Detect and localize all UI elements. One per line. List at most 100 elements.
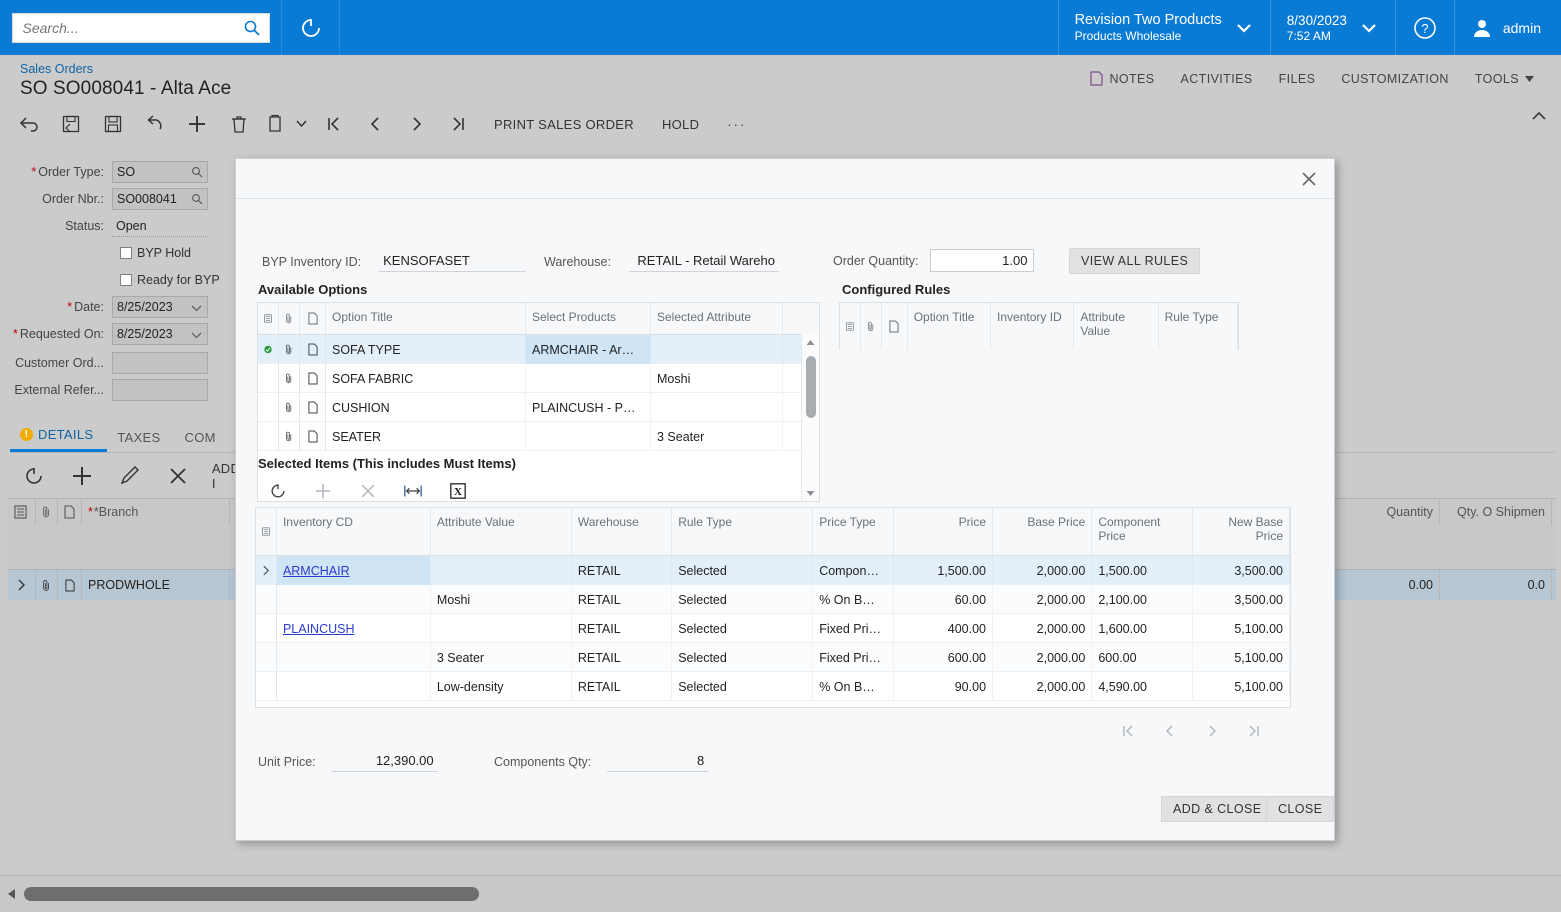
more-actions-button[interactable]: ··· (713, 104, 760, 144)
column-option-title[interactable]: Option Title (908, 303, 992, 350)
order-nbr-input[interactable]: SO008041 (112, 188, 208, 210)
column-branch[interactable]: * *Branch (82, 499, 230, 525)
cell-inventory-cd[interactable]: PLAINCUSH (277, 614, 431, 643)
column-price[interactable]: Price (894, 508, 994, 555)
copy-paste-button[interactable] (260, 104, 290, 144)
add-button[interactable] (176, 104, 218, 144)
add-row-button[interactable] (300, 476, 345, 506)
previous-record-button[interactable] (354, 104, 396, 144)
inventory-cd-link[interactable]: ARMCHAIR (283, 564, 350, 578)
column-base-price[interactable]: Base Price (993, 508, 1093, 555)
tab-details[interactable]: ! DETAILS (10, 423, 108, 452)
cell-option-title[interactable]: SOFA FABRIC (326, 364, 526, 393)
files-link[interactable]: FILES (1266, 66, 1329, 92)
horizontal-scrollbar[interactable] (0, 875, 1561, 912)
cell-rule-type[interactable]: Selected (672, 585, 814, 614)
table-row[interactable]: Low-density RETAIL Selected % On B… 90.0… (256, 672, 1291, 701)
hold-button[interactable]: HOLD (648, 104, 713, 144)
cell-warehouse[interactable]: RETAIL (572, 672, 673, 701)
table-row[interactable]: Moshi RETAIL Selected % On B… 60.00 2,00… (256, 585, 1291, 614)
cell-warehouse[interactable]: RETAIL (572, 643, 673, 672)
available-options-scrollbar[interactable] (801, 334, 819, 501)
cell-price-type[interactable]: Fixed Pri… (813, 614, 894, 643)
cell-select-products[interactable]: ARMCHAIR - Ar… (526, 335, 651, 364)
list-item[interactable]: SEATER 3 Seater (258, 422, 819, 451)
column-qty-shipment[interactable]: Qty. O Shipmen (1440, 499, 1552, 526)
cell-selected-attribute[interactable] (651, 335, 783, 364)
cell-component-price[interactable]: 2,100.00 (1092, 585, 1193, 614)
cell-price[interactable]: 1,500.00 (894, 556, 994, 585)
last-record-button[interactable] (438, 104, 480, 144)
grid-settings-icon[interactable] (840, 303, 861, 350)
customization-link[interactable]: CUSTOMIZATION (1328, 66, 1462, 92)
column-option-title[interactable]: Option Title (326, 303, 526, 334)
chevron-down-icon[interactable] (191, 328, 203, 340)
refresh-button[interactable] (255, 476, 300, 506)
cell-selected-attribute[interactable]: Moshi (651, 364, 783, 393)
unit-price-value[interactable]: 12,390.00 (331, 751, 438, 772)
refresh-grid-button[interactable] (10, 456, 58, 496)
breadcrumb[interactable]: Sales Orders (20, 62, 93, 76)
grid-settings-icon[interactable] (256, 508, 277, 555)
ready-for-byp-checkbox[interactable] (120, 274, 132, 286)
column-inventory-id[interactable]: Inventory ID (991, 303, 1075, 350)
row-expander[interactable] (8, 570, 36, 600)
business-date-selector[interactable]: 8/30/2023 7:52 AM (1269, 0, 1395, 55)
column-component-price[interactable]: Component Price (1092, 508, 1193, 555)
table-row[interactable]: 3 Seater RETAIL Selected Fixed Pri… 600.… (256, 643, 1291, 672)
components-qty-value[interactable]: 8 (607, 751, 709, 772)
edit-row-button[interactable] (106, 456, 154, 496)
delete-button[interactable] (218, 104, 260, 144)
refresh-button[interactable] (282, 0, 340, 55)
cell-branch[interactable]: PRODWHOLE (82, 570, 230, 600)
order-type-input[interactable]: SO (112, 161, 208, 183)
cell-price[interactable]: 400.00 (894, 614, 994, 643)
cell-select-products[interactable] (526, 422, 651, 451)
table-row[interactable]: ARMCHAIR RETAIL Selected Compon… 1,500.0… (256, 556, 1291, 585)
cell-base-price[interactable]: 2,000.00 (993, 585, 1093, 614)
scroll-up-arrow[interactable] (806, 334, 815, 350)
activities-link[interactable]: ACTIVITIES (1168, 66, 1266, 92)
search-box[interactable] (11, 12, 270, 43)
cell-attribute-value[interactable]: 3 Seater (431, 643, 572, 672)
byp-inventory-id-value[interactable]: KENSOFASET (379, 251, 527, 272)
cell-price-type[interactable]: % On B… (813, 672, 894, 701)
column-attribute-value[interactable]: Attribute Value (431, 508, 572, 555)
chevron-down-icon[interactable] (1222, 23, 1262, 33)
cell-inventory-cd[interactable]: ARMCHAIR (276, 556, 431, 585)
cell-rule-type[interactable]: Selected (672, 556, 814, 585)
search-icon[interactable] (243, 19, 261, 37)
previous-page-button[interactable] (1163, 724, 1177, 741)
first-page-button[interactable] (1121, 724, 1135, 741)
cell-base-price[interactable]: 2,000.00 (993, 556, 1093, 585)
cell-price[interactable]: 90.00 (894, 672, 994, 701)
cell-select-products[interactable]: PLAINCUSH - P… (526, 393, 651, 422)
row-note-icon[interactable] (300, 335, 326, 364)
cell-component-price[interactable]: 1,500.00 (1092, 556, 1193, 585)
row-attachment-icon[interactable] (279, 364, 300, 393)
cell-rule-type[interactable]: Selected (672, 643, 814, 672)
cell-inventory-cd[interactable] (277, 672, 431, 701)
next-record-button[interactable] (396, 104, 438, 144)
table-row[interactable]: PLAINCUSH RETAIL Selected Fixed Pri… 400… (256, 614, 1291, 643)
cell-attribute-value[interactable]: Low-density (431, 672, 572, 701)
cell-rule-type[interactable]: Selected (672, 614, 814, 643)
last-page-button[interactable] (1247, 724, 1261, 741)
cell-new-base-price[interactable]: 5,100.00 (1193, 614, 1291, 643)
add-row-button[interactable] (58, 456, 106, 496)
row-attachment-icon[interactable] (279, 393, 300, 422)
cell-option-title[interactable]: SOFA TYPE (326, 335, 526, 364)
row-attachment-icon[interactable] (279, 335, 300, 364)
help-button[interactable]: ? (1394, 0, 1454, 55)
tab-taxes[interactable]: TAXES (107, 426, 174, 452)
byp-hold-checkbox[interactable] (120, 247, 132, 259)
scrollbar-track[interactable] (24, 887, 1543, 901)
fit-columns-button[interactable] (390, 476, 435, 506)
chevron-down-icon[interactable] (191, 301, 203, 313)
customer-order-input[interactable] (112, 352, 208, 374)
cell-warehouse[interactable]: RETAIL (572, 614, 673, 643)
inventory-cd-link[interactable]: PLAINCUSH (283, 622, 355, 636)
cell-component-price[interactable]: 4,590.00 (1092, 672, 1193, 701)
tab-commissions[interactable]: COM (175, 426, 230, 452)
cell-price-type[interactable]: % On B… (813, 585, 894, 614)
